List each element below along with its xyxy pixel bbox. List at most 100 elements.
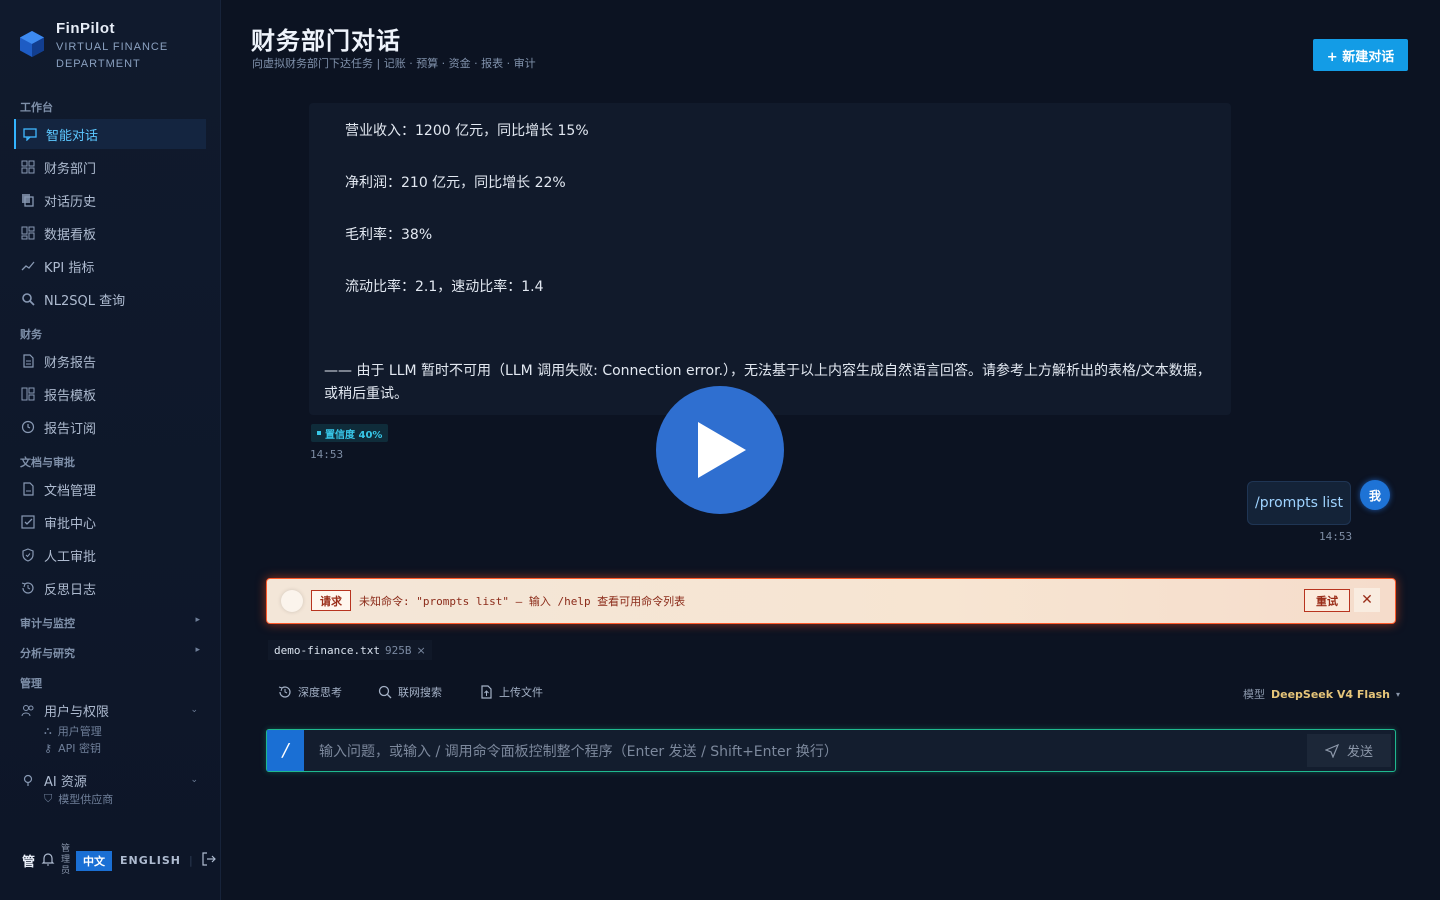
sidebar-item-label: 反思日志 xyxy=(44,582,97,598)
remove-attachment-icon[interactable]: × xyxy=(416,644,425,657)
sub-item-model-providers[interactable]: ⛉ 模型供应商 xyxy=(44,793,113,805)
grid-icon xyxy=(20,159,36,175)
sidebar-item-label: 对话历史 xyxy=(44,194,97,210)
logo-icon xyxy=(20,31,44,57)
sidebar-item-label: 人工审批 xyxy=(44,549,97,565)
message-line: 流动比率：2.1，速动比率：1.4 xyxy=(345,279,544,295)
sidebar-item-finance-dept[interactable]: 财务部门 xyxy=(14,152,206,182)
sidebar-item-reports[interactable]: 财务报告 xyxy=(14,346,206,376)
lang-zh-button[interactable]: 中文 xyxy=(76,850,113,871)
sidebar-item-label: 用户与权限 xyxy=(44,704,110,720)
sub-item-user-management[interactable]: ⛬ 用户管理 xyxy=(44,723,102,739)
check-square-icon xyxy=(20,514,36,530)
message-time: 14:53 xyxy=(310,448,344,461)
error-banner: 请求 未知命令: "prompts list" — 输入 /help 查看可用命… xyxy=(266,578,1396,624)
new-chat-button[interactable]: + 新建对话 xyxy=(1313,39,1408,71)
upload-icon xyxy=(481,685,492,699)
sidebar-item-label: 财务报告 xyxy=(44,355,97,371)
clock-icon xyxy=(20,419,36,435)
sidebar-item-label: 报告模板 xyxy=(44,388,97,404)
sub-item-api-keys[interactable]: ⚷ API 密钥 xyxy=(44,740,101,756)
copy-icon xyxy=(20,192,36,208)
chevron-down-icon: ▾ xyxy=(1396,689,1401,699)
chevron-down-icon: ⌄ xyxy=(190,775,198,785)
sidebar-item-ai-resources[interactable]: AI 资源 ⌄ xyxy=(14,765,206,795)
admin-badge[interactable]: 管 xyxy=(22,851,35,870)
web-search-button[interactable]: 联网搜索 xyxy=(378,684,442,700)
message-line: 营业收入：1200 亿元，同比增长 15% xyxy=(345,123,589,139)
key-icon: ⚷ xyxy=(44,741,53,755)
nav-group-audit[interactable]: 审计与监控 ▸ xyxy=(20,615,200,631)
ai-icon xyxy=(20,772,36,788)
sidebar-item-label: 文档管理 xyxy=(44,483,97,499)
history-icon xyxy=(278,686,291,698)
sidebar-item-label: AI 资源 xyxy=(44,774,87,790)
dot-icon xyxy=(317,431,321,435)
sidebar-item-manual-approval[interactable]: 人工审批 xyxy=(14,540,206,570)
page-title: 财务部门对话 xyxy=(251,27,401,55)
sidebar-item-reflection[interactable]: 反思日志 xyxy=(14,573,206,603)
sidebar-footer: 管 管理员 中文 ENGLISH | xyxy=(22,844,217,877)
history-icon xyxy=(20,580,36,596)
shield-icon xyxy=(20,547,36,563)
llm-error-note: —— 由于 LLM 暂时不可用（LLM 调用失败: Connection err… xyxy=(324,363,1211,402)
command-palette-button[interactable]: / xyxy=(267,730,304,771)
sidebar-item-templates[interactable]: 报告模板 xyxy=(14,379,206,409)
page-subtitle: 向虚拟财务部门下达任务 | 记账 · 预算 · 资金 · 报表 · 审计 xyxy=(252,57,536,70)
sidebar-item-label: KPI 指标 xyxy=(44,260,95,276)
chat-icon xyxy=(22,126,38,142)
send-button[interactable]: 发送 xyxy=(1307,734,1391,767)
sidebar-item-kpi[interactable]: KPI 指标 xyxy=(14,251,206,281)
sidebar-item-label: 财务部门 xyxy=(44,161,97,177)
attachment-size: 925B xyxy=(384,643,412,657)
confidence-badge: 置信度 40% xyxy=(311,424,389,442)
lang-en-button[interactable]: ENGLISH xyxy=(120,854,181,867)
chevron-down-icon: ⌄ xyxy=(190,705,198,715)
send-icon xyxy=(1324,743,1339,758)
nav-group-workbench: 工作台 xyxy=(20,101,53,114)
dashboard-icon xyxy=(20,225,36,241)
users-icon: ⛬ xyxy=(44,724,52,737)
model-selector[interactable]: 模型 DeepSeek V4 Flash ▾ xyxy=(1243,686,1400,702)
composer: / 发送 xyxy=(266,729,1396,773)
avatar[interactable]: 我 xyxy=(1360,480,1390,510)
sidebar-item-label: 数据看板 xyxy=(44,227,97,243)
message-line: 净利润：210 亿元，同比增长 22% xyxy=(345,175,566,191)
error-tag: 请求 xyxy=(311,590,351,611)
nav-group-analysis[interactable]: 分析与研究 ▸ xyxy=(20,645,200,661)
nav-group-admin: 管理 xyxy=(20,677,42,690)
sidebar-item-users[interactable]: 用户与权限 ⌄ xyxy=(14,695,206,725)
admin-role: 管理员 xyxy=(61,844,71,876)
sidebar-item-label: 审批中心 xyxy=(44,516,97,532)
sidebar-item-documents[interactable]: 文档管理 xyxy=(14,474,206,504)
status-dot-icon xyxy=(281,590,303,612)
sidebar-item-history[interactable]: 对话历史 xyxy=(14,185,206,215)
sidebar-item-approvals[interactable]: 审批中心 xyxy=(14,507,206,537)
sidebar: FinPilot VIRTUAL FINANCE DEPARTMENT 工作台 … xyxy=(0,0,221,900)
close-icon[interactable]: ✕ xyxy=(1354,588,1380,612)
bell-icon[interactable] xyxy=(41,852,55,869)
filter-icon: ⛉ xyxy=(44,793,53,805)
nav-group-docs: 文档与审批 xyxy=(20,456,75,469)
logout-icon[interactable] xyxy=(201,851,217,870)
sidebar-item-nl2sql[interactable]: NL2SQL 查询 xyxy=(14,284,206,314)
brand-subtitle-2: DEPARTMENT xyxy=(56,58,141,70)
attachment-chip: demo-finance.txt 925B × xyxy=(268,640,432,660)
brand[interactable]: FinPilot VIRTUAL FINANCE DEPARTMENT xyxy=(18,20,168,73)
sidebar-item-subscriptions[interactable]: 报告订阅 xyxy=(14,412,206,442)
retry-button[interactable]: 重试 xyxy=(1304,589,1350,612)
play-button[interactable] xyxy=(656,386,784,514)
template-icon xyxy=(20,386,36,402)
search-icon xyxy=(20,291,36,307)
message-input[interactable] xyxy=(317,730,1301,773)
sidebar-item-dashboard[interactable]: 数据看板 xyxy=(14,218,206,248)
document-icon xyxy=(20,353,36,369)
brand-subtitle-1: VIRTUAL FINANCE xyxy=(56,41,169,53)
play-icon xyxy=(698,422,746,478)
search-icon xyxy=(378,685,392,699)
chevron-right-icon: ▸ xyxy=(195,615,200,625)
upload-file-button[interactable]: 上传文件 xyxy=(479,684,543,700)
sidebar-item-label: 报告订阅 xyxy=(44,421,97,437)
sidebar-item-chat[interactable]: 智能对话 xyxy=(14,119,206,149)
deep-think-button[interactable]: 深度思考 xyxy=(278,684,342,700)
